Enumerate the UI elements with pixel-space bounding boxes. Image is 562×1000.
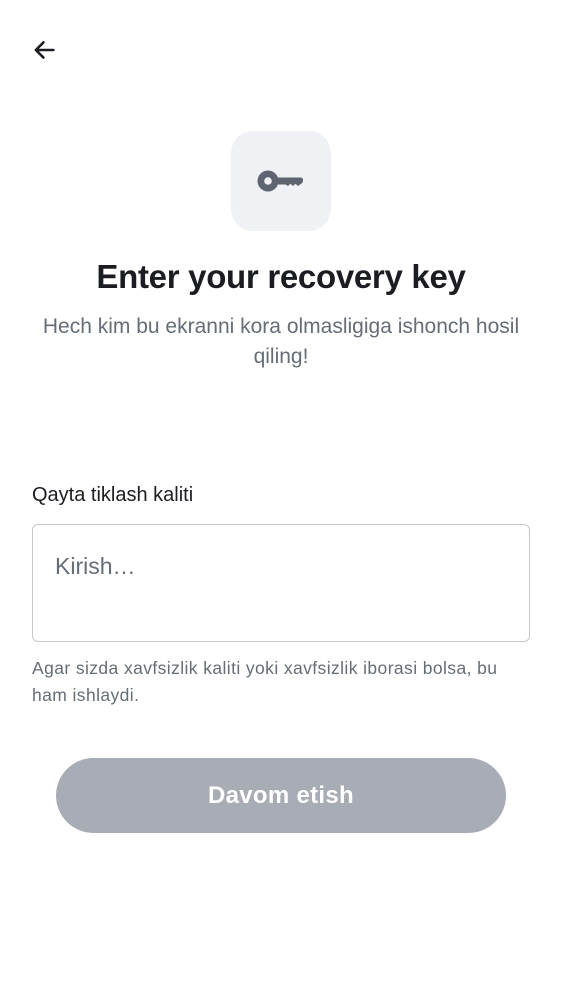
recovery-key-input[interactable] (55, 551, 505, 621)
page-subtitle: Hech kim bu ekranni kora olmasligiga ish… (42, 315, 520, 368)
back-button[interactable] (22, 28, 66, 72)
continue-button[interactable]: Davom etish (56, 758, 506, 833)
continue-button-label: Davom etish (207, 781, 354, 809)
page-title: Enter your recovery key (96, 258, 466, 295)
recovery-key-help-text: Agar sizda xavfsizlik kaliti yoki xavfsi… (32, 658, 498, 705)
recovery-key-field[interactable] (32, 524, 530, 642)
key-icon-tile (231, 131, 331, 231)
recovery-key-label: Qayta tiklash kaliti (32, 484, 194, 506)
key-icon (257, 170, 303, 192)
arrow-left-icon (34, 41, 55, 59)
